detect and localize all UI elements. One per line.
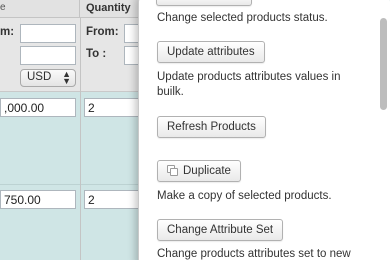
duplicate-description: Make a copy of selected products.	[157, 190, 332, 202]
copy-icon	[167, 165, 178, 177]
change-attribute-set-button[interactable]: Change Attribute Set	[157, 219, 284, 241]
column-header-quantity[interactable]: Quantity	[86, 2, 131, 14]
quantity-cell-input[interactable]: 2	[84, 98, 144, 117]
refresh-products-label: Refresh Products	[167, 121, 256, 133]
sort-indicator: e	[0, 2, 6, 13]
select-arrows-icon: ▲ ▼	[62, 69, 71, 86]
price-cell-input[interactable]: 750.00	[0, 190, 76, 209]
update-attributes-description: Update products attributes values in	[157, 71, 341, 83]
column-divider	[80, 18, 81, 260]
price-from-input[interactable]	[20, 24, 76, 43]
duplicate-button[interactable]: Duplicate	[157, 160, 241, 182]
change-attribute-set-label: Change Attribute Set	[167, 224, 274, 236]
change-attribute-set-description: Change products attributes set to new	[157, 248, 351, 260]
quantity-to-label: To :	[86, 48, 107, 60]
change-status-button[interactable]	[156, 0, 252, 6]
product-grid: e Quantity m: USD ▲ ▼ From: To : ,000.00 …	[0, 0, 154, 260]
screen: e Quantity m: USD ▲ ▼ From: To : ,000.00 …	[0, 0, 390, 260]
price-cell-input[interactable]: ,000.00	[0, 98, 76, 117]
currency-value: USD	[27, 71, 52, 83]
quantity-from-label: From:	[86, 26, 119, 38]
column-header-price[interactable]: e	[0, 0, 80, 18]
update-attributes-button[interactable]: Update attributes	[157, 41, 265, 63]
currency-select[interactable]: USD ▲ ▼	[20, 69, 76, 87]
update-attributes-description-cont: builk.	[157, 86, 184, 98]
change-status-description: Change selected products status.	[157, 12, 328, 24]
quantity-cell-input[interactable]: 2	[84, 190, 144, 209]
price-from-label: m:	[0, 26, 15, 38]
scrollbar-thumb[interactable]	[380, 18, 387, 110]
panel-scrollbar[interactable]	[378, 0, 390, 260]
duplicate-label: Duplicate	[183, 165, 231, 177]
grid-header: e Quantity	[0, 0, 150, 18]
refresh-products-button[interactable]: Refresh Products	[157, 116, 266, 138]
price-to-input[interactable]	[20, 46, 76, 65]
update-attributes-label: Update attributes	[167, 46, 255, 58]
